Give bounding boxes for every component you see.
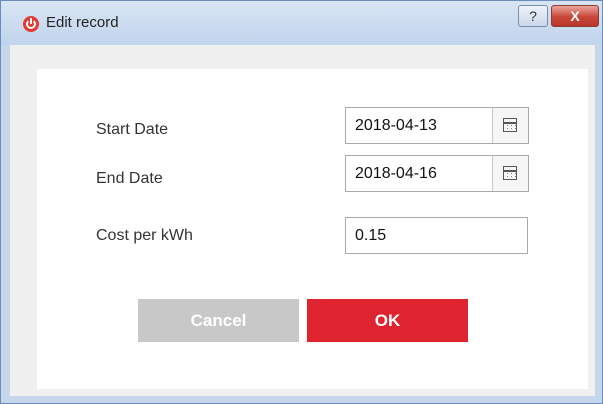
edit-record-dialog: Edit record ? X Start Date End Date Cost…	[0, 0, 603, 404]
close-button[interactable]: X	[551, 5, 599, 27]
end-date-label: End Date	[96, 170, 163, 187]
start-date-label: Start Date	[96, 121, 169, 138]
calendar-icon	[503, 118, 517, 132]
window-title: Edit record	[46, 14, 119, 31]
end-date-input[interactable]	[346, 156, 492, 191]
start-date-calendar-button[interactable]	[492, 108, 528, 143]
form-panel: Start Date End Date Cost per kWh Cancel …	[37, 69, 588, 389]
start-date-picker[interactable]	[345, 107, 529, 144]
help-button[interactable]: ?	[518, 5, 548, 27]
cancel-button[interactable]: Cancel	[138, 299, 299, 342]
app-power-icon	[23, 16, 39, 32]
cost-per-kwh-field[interactable]	[345, 217, 528, 254]
cost-per-kwh-input[interactable]	[346, 218, 527, 253]
start-date-input[interactable]	[346, 108, 492, 143]
end-date-picker[interactable]	[345, 155, 529, 192]
ok-button[interactable]: OK	[307, 299, 468, 342]
calendar-icon	[503, 166, 517, 180]
cost-per-kwh-label: Cost per kWh	[96, 227, 193, 244]
end-date-calendar-button[interactable]	[492, 156, 528, 191]
title-bar[interactable]: Edit record ? X	[1, 1, 602, 45]
